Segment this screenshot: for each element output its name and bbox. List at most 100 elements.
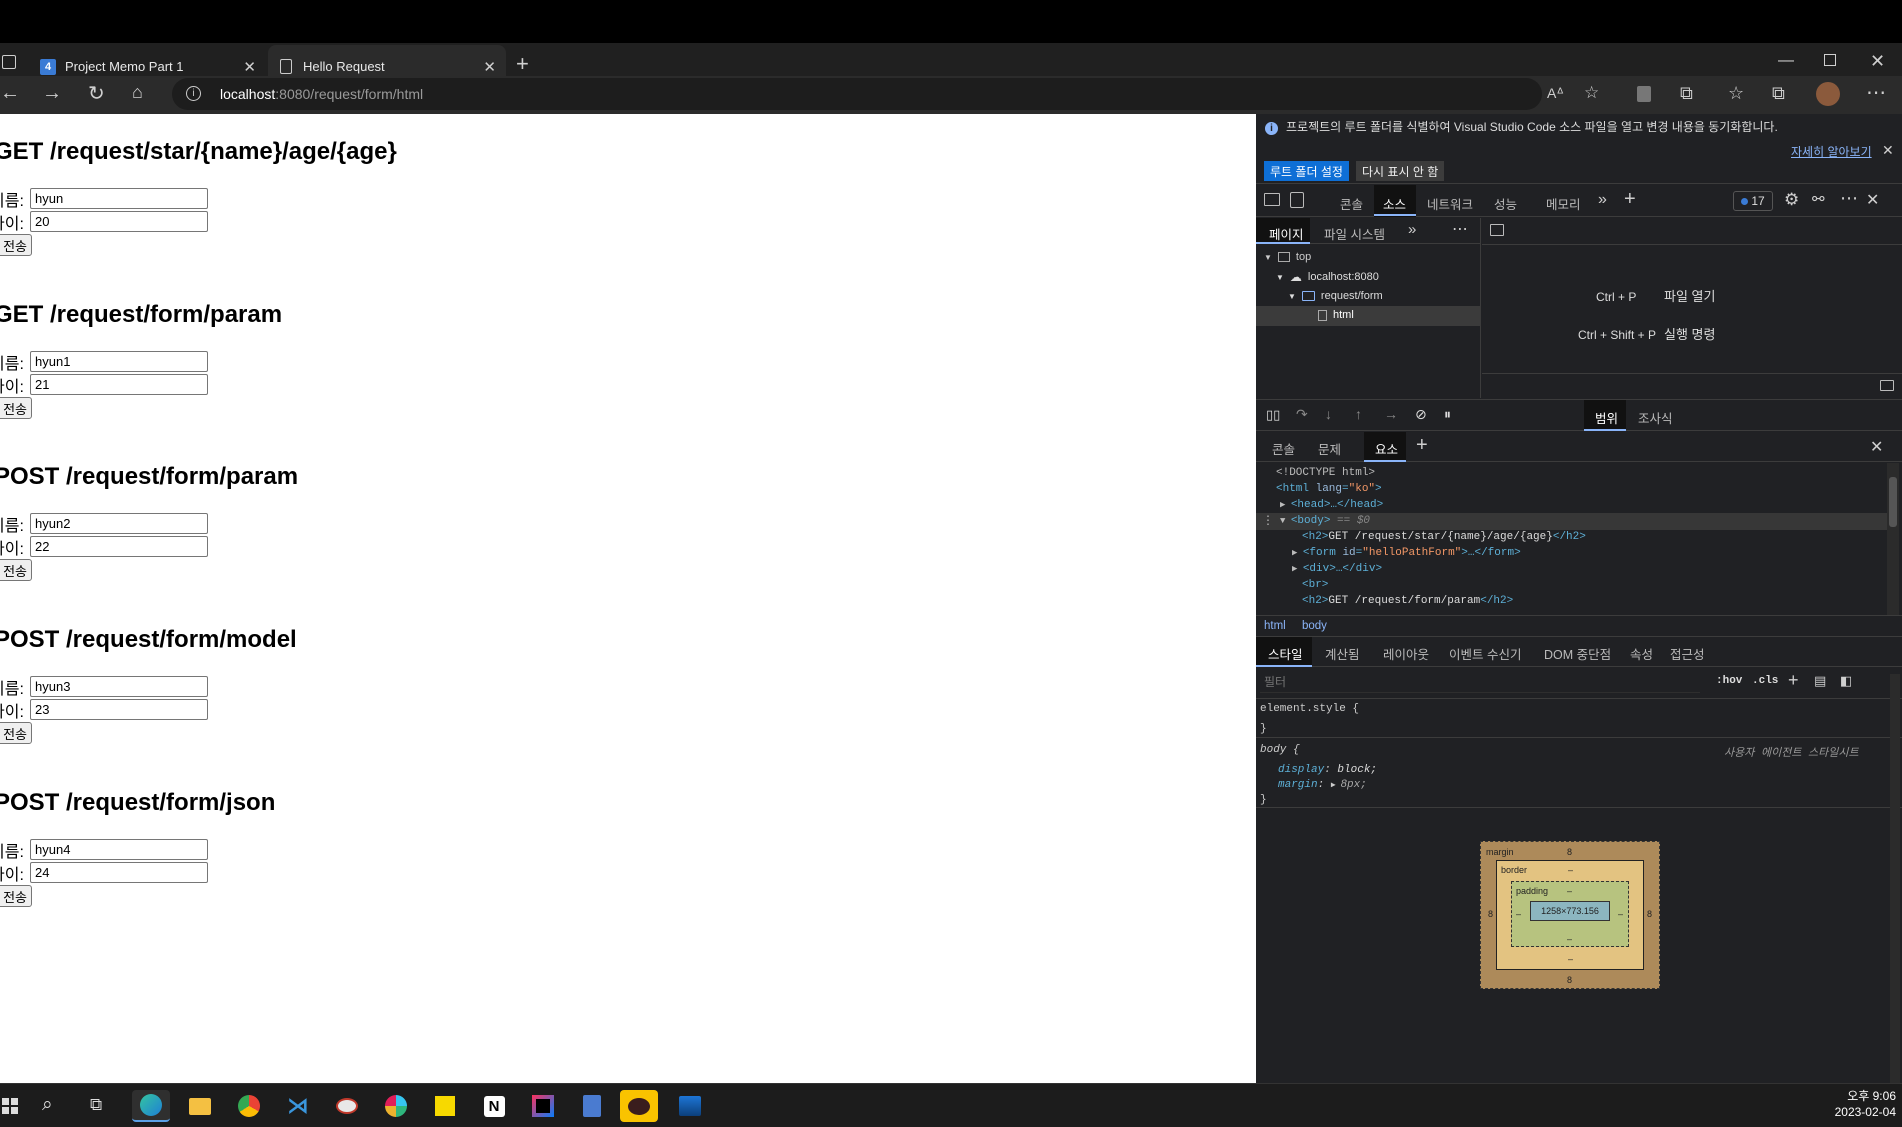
dom-html-line[interactable]: <html lang="ko"> (1276, 483, 1382, 495)
explorer-app[interactable] (181, 1090, 219, 1122)
element-style-rule[interactable]: element.style { (1260, 703, 1359, 715)
step-icon[interactable]: → (1384, 406, 1398, 422)
decl-margin[interactable]: margin: ▶ 8px; (1278, 779, 1367, 791)
tab-actions-icon[interactable] (2, 55, 16, 69)
chrome-app[interactable] (230, 1090, 268, 1122)
step-over-icon[interactable]: ↷ (1296, 406, 1308, 423)
element-state-icon[interactable]: ▤ (1814, 673, 1826, 689)
address-bar[interactable]: i localhost:8080/request/form/html Aᐞ ☆ (172, 78, 1599, 110)
pause-icon[interactable]: ▯▯ (1266, 407, 1280, 423)
name-input[interactable] (30, 188, 208, 209)
breadcrumb-html[interactable]: html (1264, 620, 1286, 632)
add-drawer-tab-icon[interactable]: + (1416, 434, 1428, 457)
scrollbar-thumb[interactable] (1889, 477, 1897, 527)
body-rule-selector[interactable]: body { (1260, 744, 1300, 756)
more-tabs-chevron-icon[interactable]: » (1598, 191, 1607, 209)
box-model-padding[interactable]: padding – – – – 1258×773.156 (1511, 881, 1629, 947)
task-view-icon[interactable]: ⧉ (90, 1095, 102, 1115)
tree-item-folder[interactable]: ▼ request/form (1288, 290, 1383, 302)
tab-page[interactable]: 페이지 (1269, 224, 1304, 243)
edge-app[interactable] (132, 1090, 170, 1122)
slack-app[interactable] (377, 1090, 415, 1122)
age-input[interactable] (30, 374, 208, 395)
submit-button[interactable]: 전송 (0, 559, 32, 581)
close-drawer-icon[interactable]: ✕ (1870, 437, 1883, 457)
age-input[interactable] (30, 536, 208, 557)
dom-head-line[interactable]: ▶ <head>…</head> (1280, 499, 1383, 511)
tab-layout[interactable]: 레이아웃 (1383, 644, 1429, 663)
navigator-menu-icon[interactable]: ⋯ (1452, 219, 1468, 239)
inspect-element-icon[interactable] (1264, 193, 1280, 206)
box-model-margin[interactable]: margin 8 8 8 8 border – – padding – – – … (1480, 841, 1660, 989)
more-menu-icon[interactable]: ⋯ (1866, 80, 1886, 105)
app-5[interactable] (328, 1090, 366, 1122)
submit-button[interactable]: 전송 (0, 397, 32, 419)
step-into-icon[interactable]: ↓ (1325, 406, 1332, 422)
favorites-icon[interactable]: ☆ (1728, 83, 1744, 104)
new-tab-icon[interactable]: + (516, 51, 529, 77)
learn-more-link[interactable]: 자세히 알아보기 (1791, 143, 1872, 160)
tab-watch[interactable]: 조사식 (1638, 408, 1673, 427)
dom-h2-line[interactable]: <h2>GET /request/form/param</h2> (1302, 595, 1513, 607)
add-tool-icon[interactable]: + (1624, 188, 1636, 211)
close-tab-icon[interactable]: ✕ (483, 58, 496, 76)
tab-network[interactable]: 네트워크 (1427, 194, 1473, 213)
extensions-puzzle-icon[interactable]: ⧉ (1680, 83, 1693, 104)
intellij-app[interactable] (524, 1090, 562, 1122)
tab-filesystem[interactable]: 파일 시스템 (1324, 224, 1385, 243)
age-input[interactable] (30, 211, 208, 232)
favorite-add-icon[interactable]: ☆ (1584, 83, 1599, 103)
tab-sources[interactable]: 소스 (1383, 194, 1406, 213)
cls-toggle[interactable]: .cls (1752, 675, 1778, 687)
close-tab-icon[interactable]: ✕ (243, 58, 256, 76)
toggle-navigator-icon[interactable] (1490, 224, 1504, 236)
tree-item-html[interactable]: html (1318, 309, 1354, 321)
age-input[interactable] (30, 699, 208, 720)
back-arrow-icon[interactable]: ← (0, 82, 20, 105)
tab-memory[interactable]: 메모리 (1546, 194, 1581, 213)
styles-scrollbar[interactable] (1890, 674, 1900, 1083)
tab-event-listeners[interactable]: 이벤트 수신기 (1449, 644, 1521, 663)
age-input[interactable] (30, 862, 208, 883)
restore-icon[interactable] (1824, 54, 1836, 66)
dom-body-line[interactable]: ▼ <body> == $0 (1280, 515, 1370, 527)
clock-time[interactable]: 오후 9:06 (1830, 1087, 1896, 1104)
submit-button[interactable]: 전송 (0, 722, 32, 744)
tab-performance[interactable]: 성능 (1494, 194, 1517, 213)
refresh-icon[interactable]: ↻ (88, 81, 105, 106)
box-model-border[interactable]: border – – padding – – – – 1258×773.156 (1496, 860, 1644, 970)
photos-app[interactable] (671, 1090, 709, 1122)
drawer-tab-console[interactable]: 콘솔 (1272, 439, 1295, 458)
submit-button[interactable]: 전송 (0, 234, 32, 256)
more-chevron-icon[interactable]: » (1408, 221, 1416, 238)
clock-date[interactable]: 2023-02-04 (1820, 1105, 1896, 1119)
dom-br-line[interactable]: <br> (1302, 579, 1328, 591)
submit-button[interactable]: 전송 (0, 885, 32, 907)
drawer-tab-issues[interactable]: 문제 (1318, 439, 1341, 458)
tree-item-top[interactable]: ▼ top (1264, 251, 1311, 263)
notion-app[interactable]: N (475, 1090, 513, 1122)
calculator-app[interactable] (573, 1090, 611, 1122)
tab-dom-breakpoints[interactable]: DOM 중단점 (1544, 644, 1611, 663)
issues-badge[interactable]: 17 (1733, 191, 1773, 211)
name-input[interactable] (30, 839, 208, 860)
device-emulation-icon[interactable] (1290, 192, 1304, 208)
tree-item-host[interactable]: ▼ ☁ localhost:8080 (1276, 270, 1379, 284)
home-icon[interactable]: ⌂ (132, 82, 143, 103)
dom-scrollbar[interactable] (1887, 463, 1899, 615)
vscode-app[interactable]: ⋊ (279, 1090, 317, 1122)
dom-h2-line[interactable]: <h2>GET /request/star/{name}/age/{age}</… (1302, 531, 1586, 543)
search-icon[interactable]: ⌕ (42, 1094, 53, 1116)
box-model-content[interactable]: 1258×773.156 (1530, 901, 1610, 921)
hov-toggle[interactable]: :hov (1716, 675, 1742, 687)
tab-styles[interactable]: 스타일 (1268, 644, 1303, 663)
extension-icon[interactable] (1637, 86, 1651, 102)
decl-display[interactable]: display: block; (1278, 764, 1377, 776)
dom-div-line[interactable]: ▶ <div>…</div> (1292, 563, 1382, 575)
forward-arrow-icon[interactable]: → (42, 82, 62, 105)
tab-scope[interactable]: 범위 (1595, 408, 1618, 427)
breadcrumb-body[interactable]: body (1302, 620, 1327, 632)
set-root-folder-button[interactable]: 루트 폴더 설정 (1264, 161, 1349, 181)
windows-start-icon[interactable] (2, 1098, 18, 1114)
styles-filter-input[interactable] (1260, 671, 1700, 693)
